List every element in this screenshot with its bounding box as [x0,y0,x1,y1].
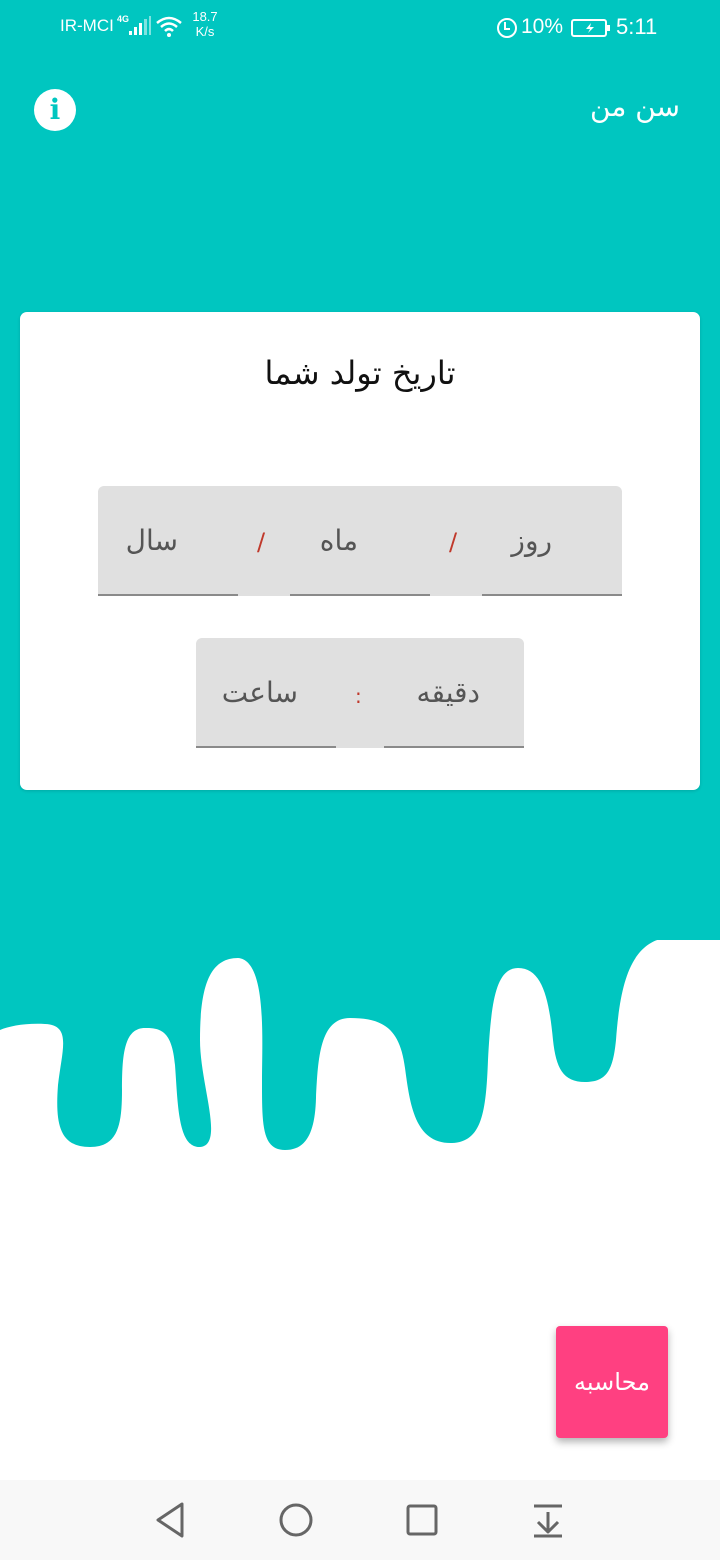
signal-strength-icon [129,16,151,35]
home-circle-icon[interactable] [274,1498,318,1542]
battery-percent: 10% [521,15,564,38]
notification-pulldown-icon[interactable] [526,1498,570,1542]
battery-charging-icon [571,19,610,37]
time-separator: : [355,684,362,708]
battery-saver-icon [497,18,517,38]
recents-square-icon[interactable] [400,1498,444,1542]
network-speed: 18.7 K/s [188,9,222,39]
app-title: سن من [590,90,680,123]
minute-placeholder: دقیقه [416,676,480,709]
minute-input[interactable]: دقیقه [384,638,524,748]
network-speed-unit: K/s [195,24,215,39]
network-speed-value: 18.7 [192,9,218,24]
year-input[interactable]: سال [98,486,238,596]
wifi-icon [156,16,182,37]
month-placeholder: ماه [319,524,358,557]
date-separator: / [257,528,266,556]
hour-placeholder: ساعت [221,676,298,709]
hour-input[interactable]: ساعت [196,638,336,748]
status-bar: IR-MCI 4G 18.7 K/s 10% 5:11 [0,0,720,56]
date-separator: / [449,528,458,556]
system-navigation-bar [0,1480,720,1560]
back-triangle-icon[interactable] [148,1498,192,1542]
year-placeholder: سال [125,524,178,557]
day-placeholder: روز [511,524,552,557]
card-title: تاریخ تولد شما [264,354,456,392]
carrier-label: IR-MCI [60,16,114,35]
clock: 5:11 [616,14,658,39]
calculate-button[interactable]: محاسبه [556,1326,668,1438]
day-input[interactable]: روز [482,486,622,596]
info-icon: i [49,93,61,126]
app-screen: IR-MCI 4G 18.7 K/s 10% 5:11 i سن من تاری… [0,0,720,1560]
month-input[interactable]: ماه [290,486,430,596]
info-button[interactable]: i [34,89,76,131]
